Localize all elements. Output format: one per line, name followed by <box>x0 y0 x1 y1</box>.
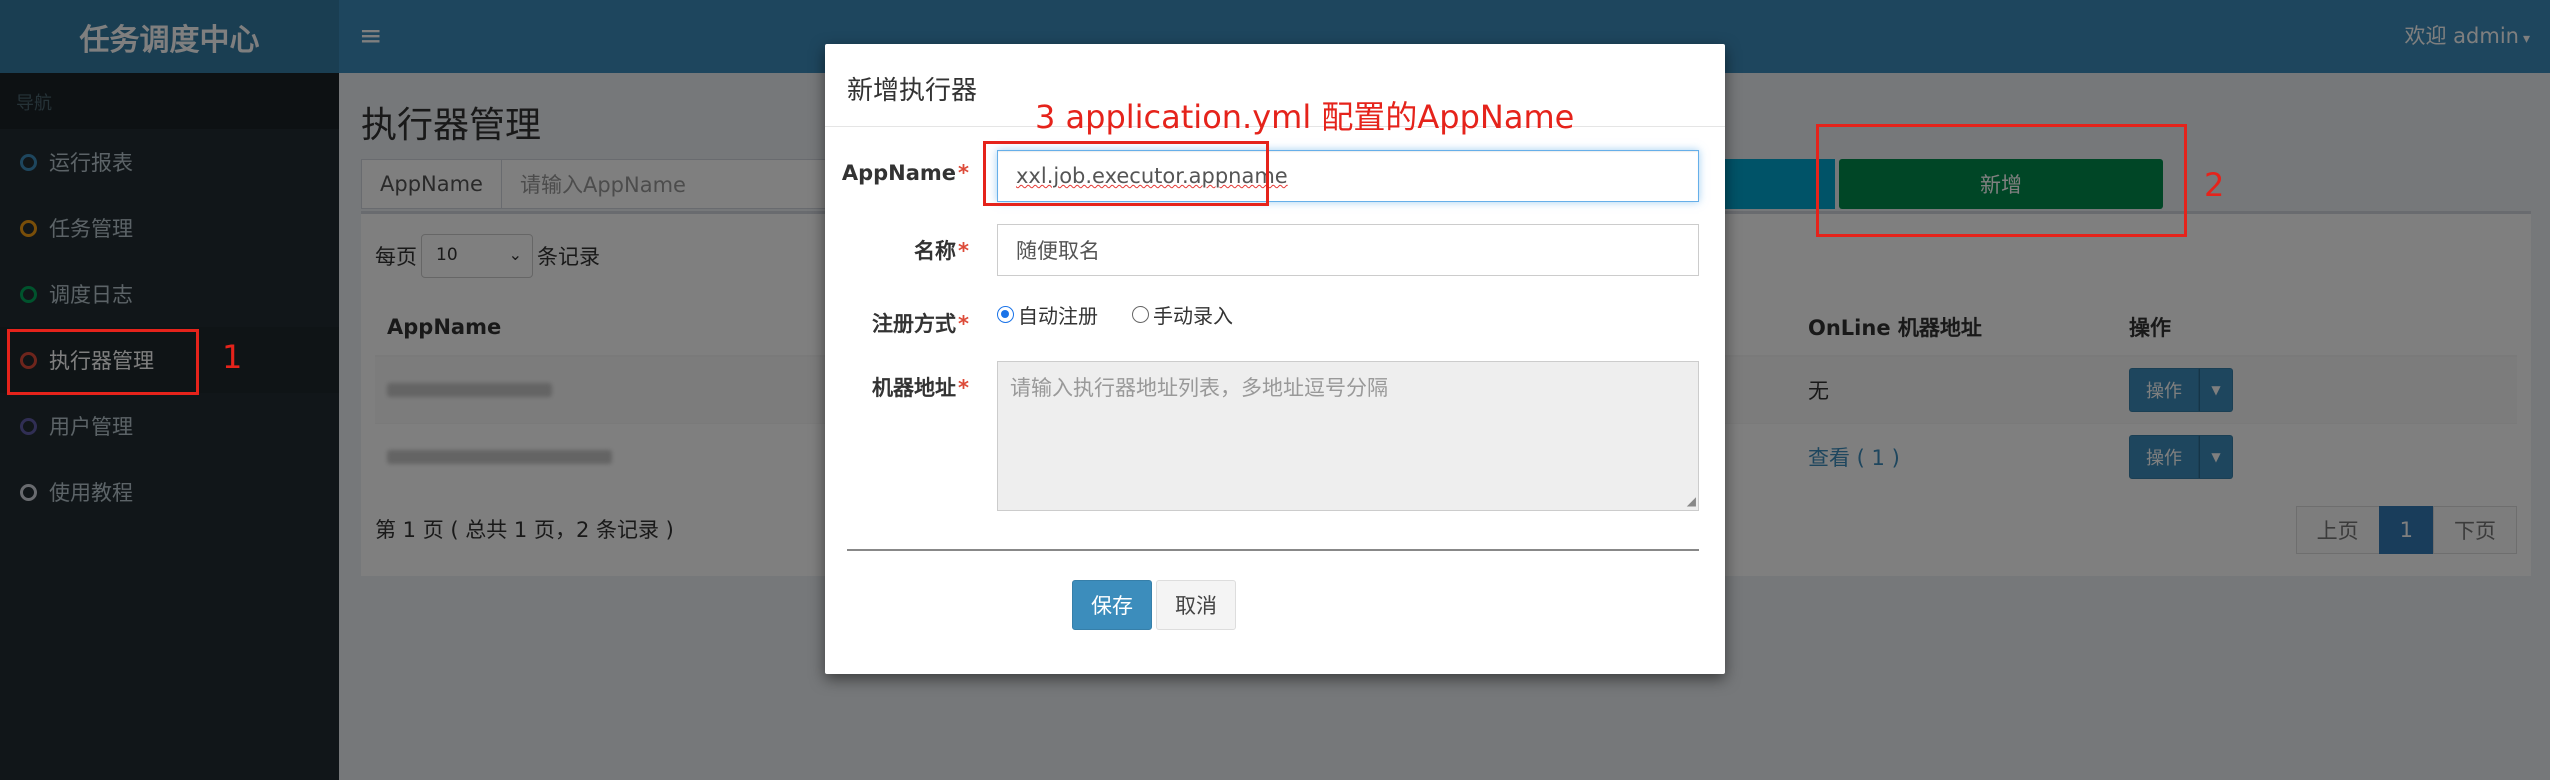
reg-auto-label[interactable]: 自动注册 <box>1018 300 1098 329</box>
required-mark: * <box>958 376 969 400</box>
annotation-label-3: 3 application.yml 配置的AppName <box>1035 98 1575 136</box>
appname-label-text: AppName <box>841 161 957 185</box>
annotation-box-sidebar <box>7 329 199 395</box>
annotation-box-appname <box>983 141 1269 206</box>
save-button[interactable]: 保存 <box>1072 580 1152 630</box>
add-executor-modal: 新增执行器 AppName* xxl.job.executor.appname … <box>825 44 1725 674</box>
address-placeholder: 请输入执行器地址列表，多地址逗号分隔 <box>1010 376 1388 400</box>
address-label: 机器地址* <box>839 372 969 402</box>
required-mark: * <box>958 312 969 336</box>
annotation-label-1: 1 <box>222 338 243 376</box>
appname-label: AppName* <box>839 161 969 185</box>
name-input[interactable]: 随便取名 <box>997 224 1699 276</box>
annotation-label-2: 2 <box>2204 166 2225 204</box>
cancel-button[interactable]: 取消 <box>1156 580 1236 630</box>
reg-type-label: 注册方式* <box>839 308 969 338</box>
name-value: 随便取名 <box>1016 239 1100 263</box>
required-mark: * <box>958 161 969 185</box>
name-label: 名称* <box>839 235 969 265</box>
address-label-text: 机器地址 <box>872 376 957 400</box>
address-textarea[interactable]: 请输入执行器地址列表，多地址逗号分隔 ◢ <box>997 361 1699 511</box>
reg-type-radio-group: 自动注册 手动录入 <box>997 300 1233 329</box>
modal-title: 新增执行器 <box>847 76 978 106</box>
reg-auto-radio[interactable] <box>997 306 1014 323</box>
annotation-box-add <box>1816 124 2187 237</box>
name-label-text: 名称 <box>914 239 957 263</box>
reg-manual-label[interactable]: 手动录入 <box>1153 300 1233 329</box>
required-mark: * <box>958 239 969 263</box>
reg-type-label-text: 注册方式 <box>872 312 957 336</box>
reg-manual-radio[interactable] <box>1132 306 1149 323</box>
resize-grip-icon[interactable]: ◢ <box>1687 494 1696 508</box>
modal-footer-divider <box>847 549 1699 551</box>
